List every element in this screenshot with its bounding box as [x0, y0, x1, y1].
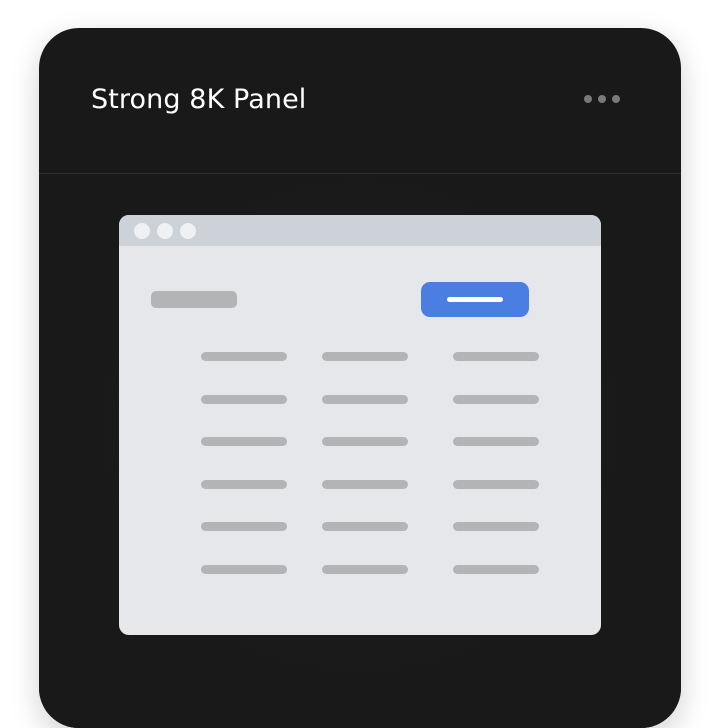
table-cell-placeholder [453, 352, 539, 361]
table-cell-placeholder [453, 479, 539, 489]
table-cell-placeholder [322, 437, 408, 446]
panel-card: Strong 8K Panel [39, 28, 681, 728]
browser-mockup [119, 215, 601, 635]
table-cell-placeholder [201, 564, 287, 574]
table-cell-placeholder [201, 437, 287, 446]
table-row [119, 352, 601, 362]
browser-titlebar [119, 215, 601, 246]
panel-title: Strong 8K Panel [91, 84, 307, 115]
table-row [119, 564, 601, 575]
table-cell-placeholder [201, 522, 287, 531]
table-cell-placeholder [201, 479, 287, 489]
table-row [119, 522, 601, 532]
table-cell-placeholder [322, 394, 408, 404]
window-control-icon [180, 223, 196, 239]
table-cell-placeholder [201, 352, 287, 361]
heading-placeholder [151, 291, 237, 308]
panel-header: Strong 8K Panel [39, 28, 681, 174]
button-label-placeholder [447, 297, 503, 302]
table-cell-placeholder [322, 564, 408, 574]
table-cell-placeholder [322, 352, 408, 361]
table-cell-placeholder [201, 394, 287, 404]
panel-body [39, 174, 681, 728]
window-control-icon [134, 223, 150, 239]
table-cell-placeholder [453, 522, 539, 531]
table-cell-placeholder [453, 564, 539, 574]
table-row [119, 394, 601, 405]
primary-action-button[interactable] [421, 282, 529, 317]
more-horizontal-icon [584, 95, 592, 103]
table-cell-placeholder [322, 522, 408, 531]
table-row [119, 479, 601, 490]
window-control-icon [157, 223, 173, 239]
more-options-button[interactable] [584, 92, 620, 106]
table-cell-placeholder [453, 394, 539, 404]
more-horizontal-icon [598, 95, 606, 103]
more-horizontal-icon [612, 95, 620, 103]
table-row [119, 437, 601, 447]
table-cell-placeholder [322, 479, 408, 489]
table-cell-placeholder [453, 437, 539, 446]
